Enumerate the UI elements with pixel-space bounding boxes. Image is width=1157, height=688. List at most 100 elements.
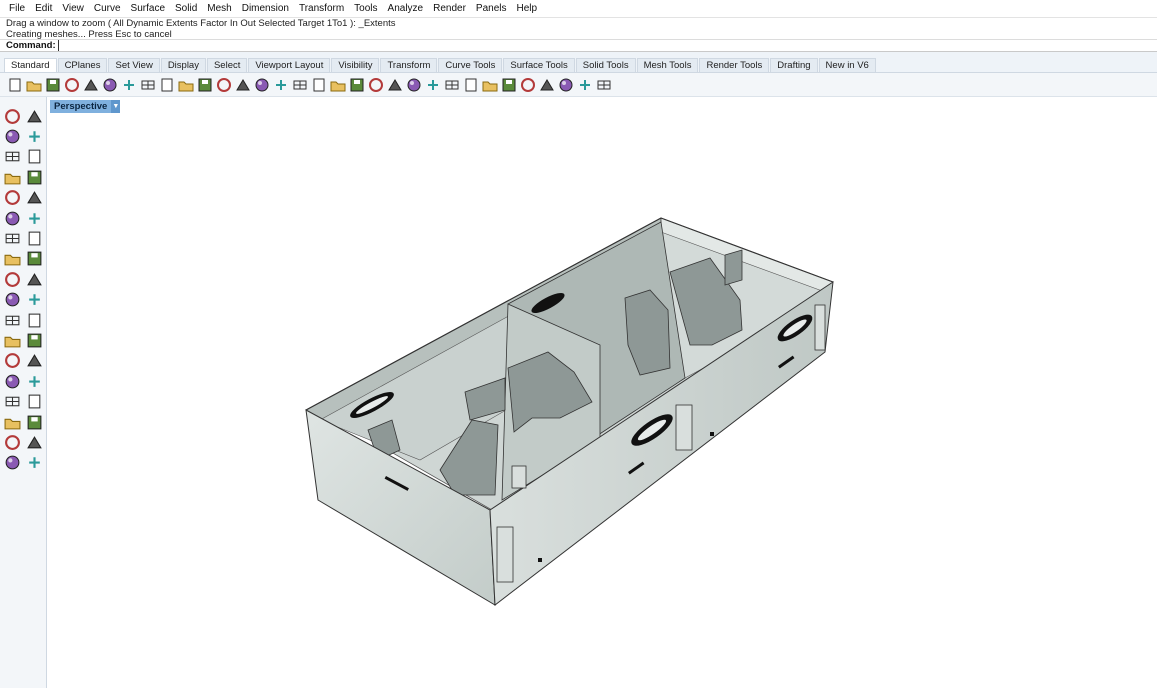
rotate-view-icon[interactable] xyxy=(291,76,308,93)
arc-icon[interactable] xyxy=(3,189,21,207)
lock-icon[interactable] xyxy=(405,76,422,93)
analyze-icon[interactable] xyxy=(25,393,43,411)
undo-icon[interactable] xyxy=(158,76,175,93)
blue-sphere-icon[interactable] xyxy=(500,76,517,93)
paint-icon[interactable] xyxy=(25,454,43,472)
gumball-icon[interactable] xyxy=(25,413,43,431)
menu-solid[interactable]: Solid xyxy=(170,0,202,17)
block-icon[interactable] xyxy=(3,393,21,411)
group-icon[interactable] xyxy=(25,311,43,329)
menu-tools[interactable]: Tools xyxy=(349,0,382,17)
surface-icon[interactable] xyxy=(25,209,43,227)
tab-cplanes[interactable]: CPlanes xyxy=(57,58,108,72)
hide-objects-icon[interactable] xyxy=(348,76,365,93)
cylinder-icon[interactable] xyxy=(3,250,21,268)
select-arrow-icon[interactable] xyxy=(3,107,21,125)
trim-icon[interactable] xyxy=(3,331,21,349)
layer-icon[interactable] xyxy=(424,76,441,93)
solid-box-icon[interactable] xyxy=(3,229,21,247)
tab-select[interactable]: Select xyxy=(206,58,248,72)
color-wheel-icon[interactable] xyxy=(443,76,460,93)
paste-icon[interactable] xyxy=(139,76,156,93)
import-icon[interactable] xyxy=(82,76,99,93)
tab-standard[interactable]: Standard xyxy=(4,58,57,72)
solid-sphere-icon[interactable] xyxy=(25,229,43,247)
menu-render[interactable]: Render xyxy=(428,0,471,17)
material-sphere-icon[interactable] xyxy=(481,76,498,93)
circle-icon[interactable] xyxy=(3,148,21,166)
tab-new-in-v6[interactable]: New in V6 xyxy=(818,58,876,72)
polygon-icon[interactable] xyxy=(3,168,21,186)
tab-viewport-layout[interactable]: Viewport Layout xyxy=(248,58,331,72)
menu-file[interactable]: File xyxy=(4,0,30,17)
join-icon[interactable] xyxy=(3,311,21,329)
menu-transform[interactable]: Transform xyxy=(294,0,349,17)
offset-curve-icon[interactable] xyxy=(3,209,21,227)
command-input[interactable] xyxy=(57,40,458,51)
grasshopper-icon[interactable] xyxy=(557,76,574,93)
menu-mesh[interactable]: Mesh xyxy=(202,0,236,17)
move-view-icon[interactable] xyxy=(196,76,213,93)
tab-transform[interactable]: Transform xyxy=(380,58,438,72)
save-icon[interactable] xyxy=(44,76,61,93)
extrude-icon[interactable] xyxy=(25,250,43,268)
four-viewports-icon[interactable] xyxy=(310,76,327,93)
cut-icon[interactable] xyxy=(101,76,118,93)
tab-set-view[interactable]: Set View xyxy=(108,58,160,72)
tab-solid-tools[interactable]: Solid Tools xyxy=(575,58,636,72)
menu-edit[interactable]: Edit xyxy=(30,0,57,17)
box-model[interactable] xyxy=(48,97,1157,688)
new-file-icon[interactable] xyxy=(6,76,23,93)
zoom-window-icon[interactable] xyxy=(234,76,251,93)
gear-settings-icon[interactable] xyxy=(538,76,555,93)
tab-display[interactable]: Display xyxy=(160,58,206,72)
zoom-extents-icon[interactable] xyxy=(253,76,270,93)
text-icon[interactable] xyxy=(3,352,21,370)
red-car-icon[interactable] xyxy=(329,76,346,93)
point-icon[interactable] xyxy=(25,107,43,125)
ellipse-icon[interactable] xyxy=(25,148,43,166)
tab-curve-tools[interactable]: Curve Tools xyxy=(438,58,503,72)
copy-icon[interactable] xyxy=(120,76,137,93)
fillet-curve-icon[interactable] xyxy=(25,189,43,207)
light-bulb-icon[interactable] xyxy=(386,76,403,93)
explode-icon[interactable] xyxy=(25,270,43,288)
mirror-icon[interactable] xyxy=(25,372,43,390)
curve-icon[interactable] xyxy=(25,127,43,145)
menu-help[interactable]: Help xyxy=(512,0,543,17)
grid-icon[interactable] xyxy=(3,413,21,431)
zoom-selected-icon[interactable] xyxy=(272,76,289,93)
dimension-icon[interactable] xyxy=(25,352,43,370)
mesh-icon[interactable] xyxy=(3,270,21,288)
globe-icon[interactable] xyxy=(576,76,593,93)
menu-view[interactable]: View xyxy=(57,0,89,17)
render-sphere-icon[interactable] xyxy=(462,76,479,93)
split-icon[interactable] xyxy=(25,291,43,309)
check-icon[interactable] xyxy=(25,433,43,451)
menu-panels[interactable]: Panels xyxy=(471,0,512,17)
rebuild-icon[interactable] xyxy=(25,331,43,349)
pan-hand-icon[interactable] xyxy=(177,76,194,93)
help-icon[interactable] xyxy=(595,76,612,93)
perspective-viewport[interactable]: Perspective ▼ xyxy=(48,97,1157,688)
polyline-icon[interactable] xyxy=(3,127,21,145)
highlighter-icon[interactable] xyxy=(519,76,536,93)
menu-surface[interactable]: Surface xyxy=(126,0,170,17)
rectangle-icon[interactable] xyxy=(25,168,43,186)
render-icon[interactable] xyxy=(3,454,21,472)
open-folder-icon[interactable] xyxy=(25,76,42,93)
boolean-icon[interactable] xyxy=(3,291,21,309)
checkbox-icon[interactable] xyxy=(3,433,21,451)
tab-surface-tools[interactable]: Surface Tools xyxy=(503,58,575,72)
menu-curve[interactable]: Curve xyxy=(89,0,126,17)
array-icon[interactable] xyxy=(3,372,21,390)
tab-mesh-tools[interactable]: Mesh Tools xyxy=(636,58,699,72)
print-icon[interactable] xyxy=(63,76,80,93)
zoom-icon[interactable] xyxy=(215,76,232,93)
menu-dimension[interactable]: Dimension xyxy=(237,0,294,17)
tab-render-tools[interactable]: Render Tools xyxy=(699,58,770,72)
tab-visibility[interactable]: Visibility xyxy=(331,58,380,72)
menu-analyze[interactable]: Analyze xyxy=(383,0,429,17)
tab-drafting[interactable]: Drafting xyxy=(770,58,818,72)
show-objects-icon[interactable] xyxy=(367,76,384,93)
